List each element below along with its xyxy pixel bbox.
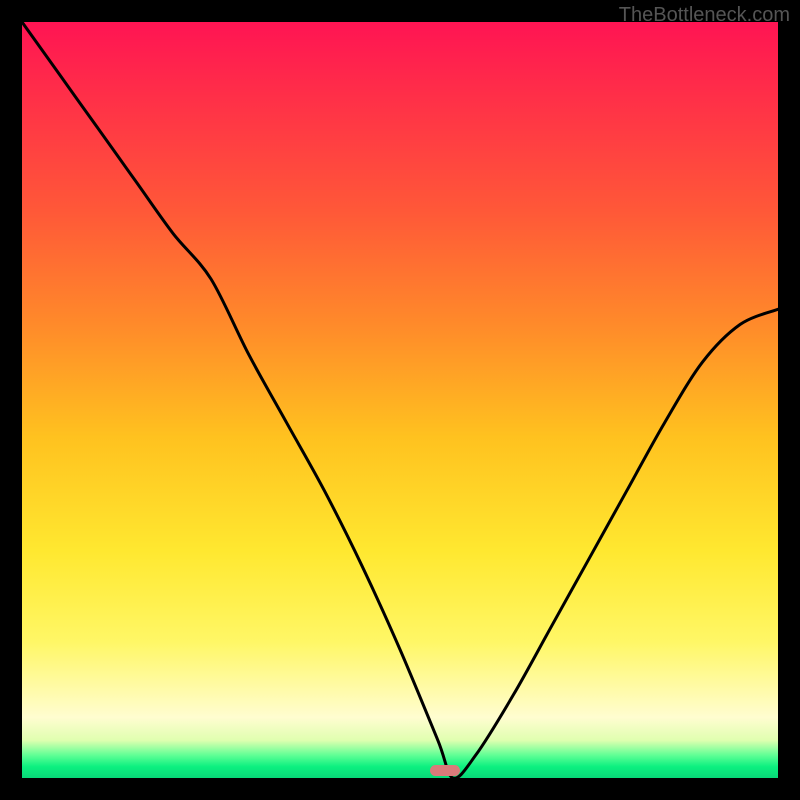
chart-container: TheBottleneck.com	[0, 0, 800, 800]
bottleneck-curve	[22, 22, 778, 778]
plot-area	[22, 22, 778, 778]
watermark-text: TheBottleneck.com	[619, 4, 790, 27]
curve-svg	[22, 22, 778, 778]
optimal-marker	[430, 765, 460, 776]
